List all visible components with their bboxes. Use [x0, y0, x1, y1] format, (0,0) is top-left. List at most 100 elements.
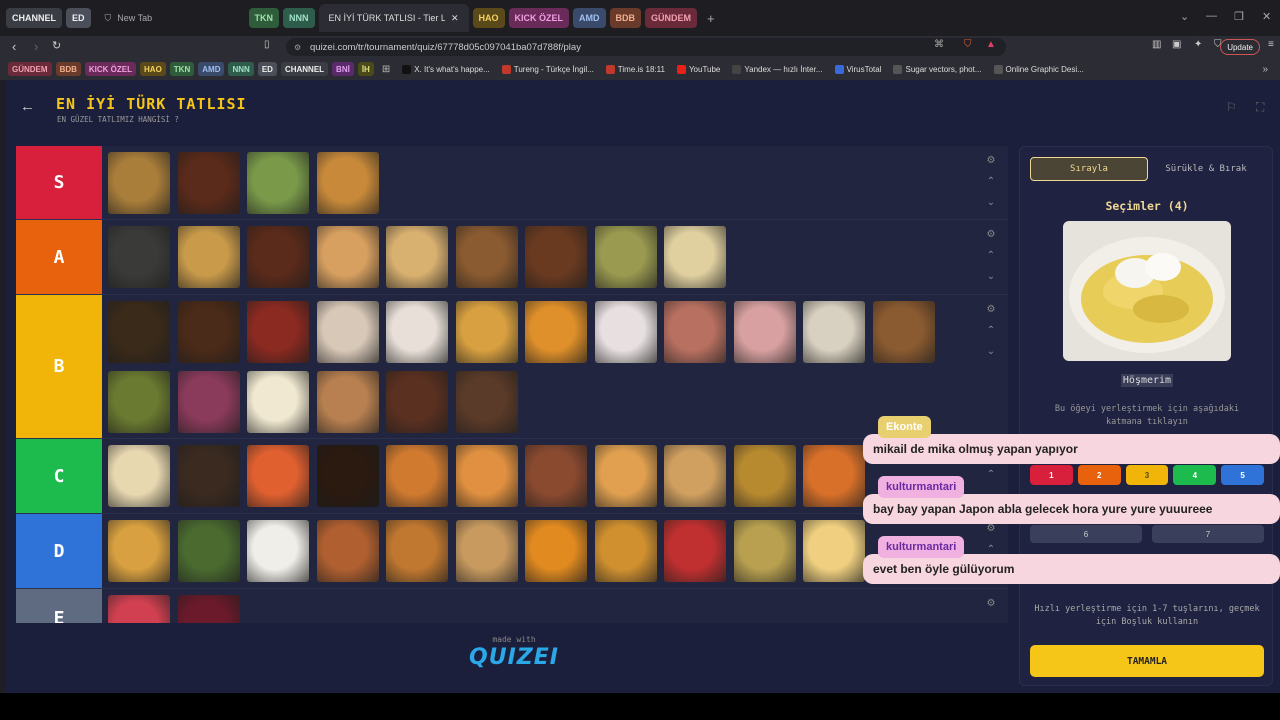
dessert-thumbnail[interactable] [664, 520, 726, 582]
tab-group-tkn[interactable]: TKN [248, 8, 280, 28]
dessert-thumbnail[interactable] [664, 445, 726, 507]
bookmark-link[interactable]: VirusTotal [834, 64, 881, 74]
window-close-icon[interactable]: ✕ [1262, 10, 1271, 23]
bookmark-folder[interactable]: BNİ [332, 62, 354, 76]
dessert-thumbnail[interactable] [455, 445, 518, 507]
tab-list-chevron-icon[interactable]: ⌄ [1180, 10, 1189, 23]
tab-group-channel[interactable]: CHANNEL [6, 8, 62, 28]
brave-shield-icon[interactable]: ⛉ [964, 39, 972, 50]
chevron-down-icon[interactable]: ⌄ [984, 266, 998, 287]
maximize-icon[interactable]: ❐ [1234, 10, 1244, 23]
translate-icon[interactable]: ⌘ [934, 39, 944, 50]
gear-icon[interactable]: ⚙ [984, 593, 998, 614]
reload-icon[interactable]: ↻ [52, 39, 61, 52]
dessert-thumbnail[interactable] [177, 595, 240, 623]
fullscreen-icon[interactable]: ⛶ [1256, 100, 1264, 115]
tier-button-3[interactable]: 3 [1125, 465, 1169, 485]
dessert-thumbnail[interactable] [108, 152, 170, 214]
rewards-icon[interactable]: ▲ [986, 39, 996, 50]
extensions-icon[interactable]: ✦ [1194, 39, 1202, 50]
bookmark-folder[interactable]: HAO [140, 62, 166, 76]
dessert-thumbnail[interactable] [247, 226, 309, 288]
new-tab-plus-icon[interactable]: + [707, 11, 715, 26]
back-arrow-icon[interactable]: ← [20, 98, 35, 115]
bookmark-folder[interactable]: AMD [198, 62, 225, 76]
tab-group-nnn[interactable]: NNN [283, 8, 315, 28]
dessert-thumbnail[interactable] [177, 520, 240, 582]
bookmark-folder[interactable]: ED [257, 62, 277, 76]
chevron-up-icon[interactable]: ⌃ [984, 320, 998, 341]
dessert-thumbnail[interactable] [316, 226, 379, 288]
bookmark-folder[interactable]: CHANNEL [280, 62, 329, 76]
dessert-thumbnail[interactable] [316, 520, 379, 582]
complete-button[interactable]: TAMAMLA [1030, 645, 1264, 677]
bookmark-link[interactable]: YouTube [676, 64, 720, 74]
dessert-thumbnail[interactable] [525, 301, 587, 363]
dessert-thumbnail[interactable] [386, 520, 448, 582]
tier-button-2[interactable]: 2 [1077, 465, 1121, 485]
chevron-up-icon[interactable]: ⌃ [984, 464, 998, 485]
dessert-thumbnail[interactable] [247, 301, 309, 363]
dessert-thumbnail[interactable] [386, 371, 448, 433]
tab-new[interactable]: ⛉ New Tab [95, 4, 245, 32]
dessert-thumbnail[interactable] [177, 152, 240, 214]
dessert-thumbnail[interactable] [803, 301, 865, 363]
dessert-thumbnail[interactable] [316, 445, 379, 507]
bookmark-folder[interactable]: NNN [228, 62, 254, 76]
chevron-up-icon[interactable]: ⌃ [984, 171, 998, 192]
dessert-thumbnail[interactable] [108, 520, 170, 582]
bookmark-folder[interactable]: GÜNDEM [8, 62, 52, 76]
more-bookmarks-icon[interactable]: » [1262, 64, 1268, 75]
tab-active[interactable]: EN İYİ TÜRK TATLISI - Tier List, K ✕ [318, 4, 469, 32]
dessert-thumbnail[interactable] [108, 371, 170, 433]
dessert-thumbnail[interactable] [247, 371, 309, 433]
update-button[interactable]: Update [1220, 39, 1260, 55]
dessert-thumbnail[interactable] [316, 371, 379, 433]
close-icon[interactable]: ✕ [451, 13, 459, 24]
gear-icon[interactable]: ⚙ [984, 224, 998, 245]
tier-button-6[interactable]: 6 [1030, 525, 1142, 543]
bookmark-link[interactable]: Online Graphic Desi... [993, 64, 1084, 74]
dessert-thumbnail[interactable] [594, 226, 657, 288]
tier-button-7[interactable]: 7 [1152, 525, 1264, 543]
bookmark-link[interactable]: Tureng - Türkçe İngil... [501, 64, 594, 74]
dessert-thumbnail[interactable] [316, 301, 379, 363]
apps-grid-icon[interactable]: ⊞ [382, 64, 390, 75]
dessert-thumbnail[interactable] [872, 301, 935, 363]
bookmark-folder[interactable]: BDB [55, 62, 81, 76]
back-arrow-icon[interactable]: ‹ [12, 39, 16, 54]
site-settings-icon[interactable]: ⚙ [294, 43, 301, 52]
tab-group-bdb[interactable]: BDB [609, 8, 642, 28]
dessert-thumbnail[interactable] [455, 226, 518, 288]
dessert-thumbnail[interactable] [247, 445, 309, 507]
dessert-thumbnail[interactable] [594, 520, 657, 582]
dessert-thumbnail[interactable] [733, 445, 796, 507]
bookmark-link[interactable]: X. It's what's happe... [402, 64, 490, 74]
tab-group-amd[interactable]: AMD [573, 8, 606, 28]
dessert-thumbnail[interactable] [525, 445, 587, 507]
dessert-thumbnail[interactable] [525, 520, 587, 582]
bookmark-folder[interactable]: TKN [169, 62, 195, 76]
dessert-thumbnail[interactable] [386, 301, 448, 363]
dessert-thumbnail[interactable] [108, 301, 170, 363]
gear-icon[interactable]: ⚙ [984, 299, 998, 320]
bookmark-link[interactable]: Time.is 18:11 [605, 64, 665, 74]
dessert-thumbnail[interactable] [525, 226, 587, 288]
dessert-thumbnail[interactable] [177, 301, 240, 363]
chevron-up-icon[interactable]: ⌃ [984, 245, 998, 266]
quizei-logo[interactable]: QUIZEI [469, 645, 559, 670]
dessert-thumbnail[interactable] [664, 226, 726, 288]
flag-icon[interactable]: ⚐ [1226, 100, 1237, 114]
dessert-thumbnail[interactable] [664, 301, 726, 363]
dessert-thumbnail[interactable] [803, 445, 865, 507]
dessert-thumbnail[interactable] [455, 520, 518, 582]
forward-arrow-icon[interactable]: › [34, 39, 38, 54]
bookmark-folder[interactable]: KICK ÖZEL [84, 62, 137, 76]
dessert-thumbnail[interactable] [386, 445, 448, 507]
tab-drag-drop[interactable]: Sürükle & Bırak [1148, 157, 1264, 181]
chevron-down-icon[interactable]: ⌄ [984, 341, 998, 362]
dessert-thumbnail[interactable] [247, 520, 309, 582]
tab-order[interactable]: Sırayla [1030, 157, 1148, 181]
sidebar-toggle-icon[interactable]: ▥ [1152, 39, 1161, 50]
minimize-icon[interactable]: — [1206, 10, 1217, 22]
